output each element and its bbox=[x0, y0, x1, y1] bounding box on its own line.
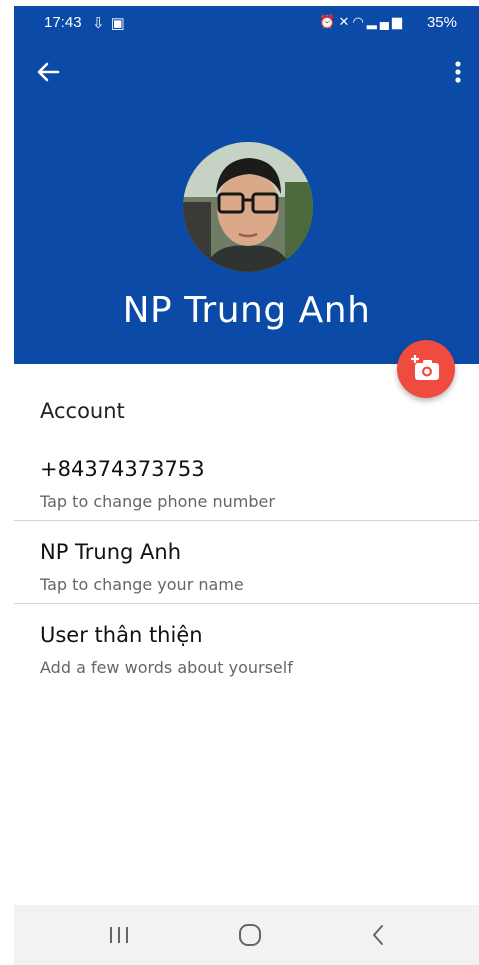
bio-hint: Add a few words about yourself bbox=[40, 658, 293, 677]
bio-row[interactable]: User thân thiện Add a few words about yo… bbox=[14, 617, 479, 687]
name-hint: Tap to change your name bbox=[40, 575, 244, 594]
divider bbox=[14, 603, 479, 604]
bio-value: User thân thiện bbox=[40, 623, 203, 647]
more-options-icon[interactable] bbox=[453, 60, 463, 88]
status-time: 17:43 bbox=[44, 14, 82, 31]
nav-back-icon[interactable] bbox=[370, 923, 386, 947]
phone-number-hint: Tap to change phone number bbox=[40, 492, 275, 511]
phone-number-row[interactable]: +84374373753 Tap to change phone number bbox=[14, 451, 479, 521]
wifi-icon: ◠ bbox=[352, 14, 367, 29]
profile-header: NP Trung Anh bbox=[14, 38, 479, 364]
profile-avatar[interactable] bbox=[183, 142, 313, 272]
add-photo-icon bbox=[411, 355, 439, 380]
set-photo-button[interactable] bbox=[397, 340, 455, 398]
home-icon[interactable] bbox=[238, 923, 262, 947]
status-right-icons: ⏰✕◠▂▄▆ bbox=[319, 14, 405, 30]
phone-screen: 17:43 ⇩▣ ⏰✕◠▂▄▆ 35% NP Trung Anh Account… bbox=[14, 6, 479, 965]
status-left-icons: ⇩▣ bbox=[92, 14, 131, 32]
battery-level: 35% bbox=[426, 14, 457, 31]
name-value: NP Trung Anh bbox=[40, 540, 182, 564]
account-section-title: Account bbox=[40, 399, 125, 423]
name-row[interactable]: NP Trung Anh Tap to change your name bbox=[14, 534, 479, 604]
signal-icon: ▂▄▆ bbox=[366, 14, 405, 29]
profile-name: NP Trung Anh bbox=[122, 290, 371, 331]
back-arrow-icon[interactable] bbox=[34, 58, 62, 86]
phone-number-value: +84374373753 bbox=[40, 457, 205, 481]
cloud-download-icon: ⇩ bbox=[92, 15, 111, 32]
alarm-icon: ⏰ bbox=[319, 14, 339, 29]
image-icon: ▣ bbox=[110, 15, 131, 32]
system-nav-bar bbox=[14, 905, 479, 965]
mute-icon: ✕ bbox=[338, 14, 353, 29]
status-bar: 17:43 ⇩▣ ⏰✕◠▂▄▆ 35% bbox=[14, 6, 479, 38]
recents-icon[interactable] bbox=[107, 925, 131, 945]
divider bbox=[14, 520, 479, 521]
